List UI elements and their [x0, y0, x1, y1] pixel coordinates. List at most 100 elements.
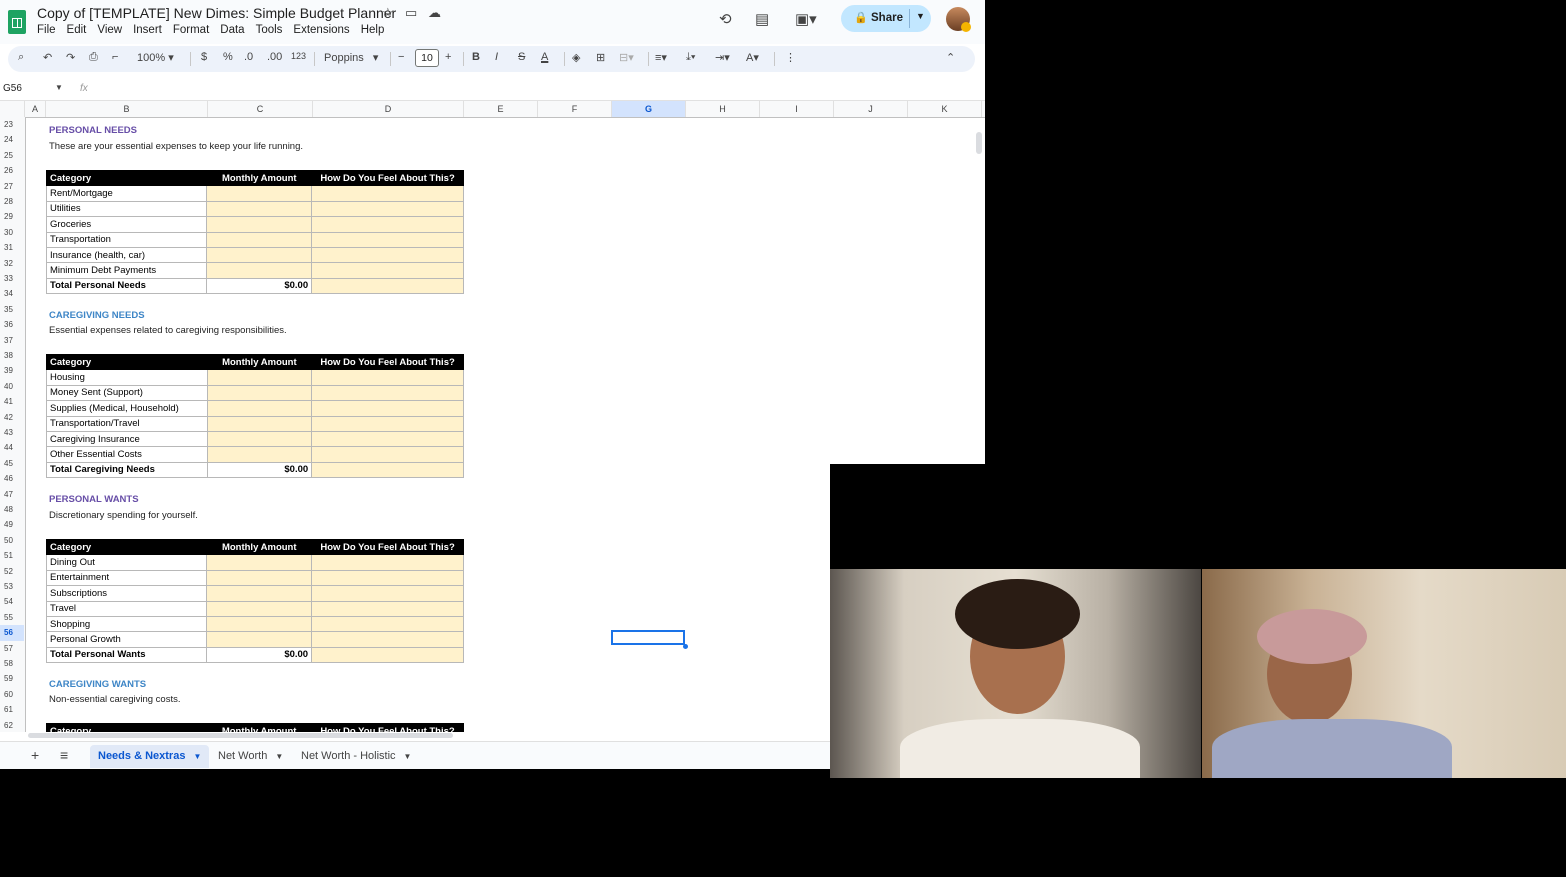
tab-net-worth[interactable]: Net Worth ▼	[210, 745, 291, 768]
chevron-down-icon[interactable]: ▼	[55, 83, 63, 92]
column-header-f[interactable]: F	[538, 101, 612, 117]
category-cell[interactable]: Supplies (Medical, Household)	[46, 400, 208, 417]
document-title[interactable]: Copy of [TEMPLATE] New Dimes: Simple Bud…	[37, 5, 396, 21]
header-feel[interactable]: How Do You Feel About This?	[311, 538, 464, 556]
amount-cell[interactable]	[206, 554, 313, 571]
horizontal-align-icon[interactable]: ≡▾	[655, 51, 667, 64]
horizontal-scrollbar[interactable]	[28, 733, 453, 738]
text-color-icon[interactable]: A	[541, 51, 548, 63]
amount-cell[interactable]	[206, 415, 313, 432]
amount-cell[interactable]	[206, 569, 313, 587]
feel-cell[interactable]	[311, 554, 464, 571]
percent-format-button[interactable]: %	[223, 51, 233, 63]
category-cell[interactable]: Travel	[45, 600, 208, 617]
row-header[interactable]: 37	[0, 333, 24, 348]
total-value[interactable]: $0.00	[206, 277, 313, 295]
row-header[interactable]: 54	[0, 594, 24, 609]
tab-needs-nextras[interactable]: Needs & Nextras ▼	[90, 745, 210, 768]
font-select[interactable]: Poppins ▾	[324, 51, 378, 64]
row-header[interactable]: 31	[0, 240, 24, 255]
header-category[interactable]: Category	[45, 169, 208, 187]
row-header[interactable]: 23	[0, 117, 24, 132]
row-header[interactable]: 49	[0, 517, 24, 532]
fill-color-icon[interactable]: ◈	[572, 51, 580, 64]
amount-cell[interactable]	[206, 585, 313, 602]
row-header[interactable]: 51	[0, 548, 24, 563]
row-header[interactable]: 50	[0, 533, 24, 548]
menu-insert[interactable]: Insert	[133, 24, 162, 36]
row-header[interactable]: 25	[0, 148, 24, 163]
zoom-select[interactable]: 100% ▾	[137, 51, 174, 64]
share-button[interactable]: 🔒 Share ▼	[841, 5, 931, 32]
feel-cell[interactable]	[311, 415, 464, 432]
row-header[interactable]: 59	[0, 671, 24, 686]
feel-cell[interactable]	[311, 646, 464, 664]
header-category[interactable]: Category	[46, 353, 208, 371]
amount-cell[interactable]	[206, 231, 313, 248]
move-folder-icon[interactable]: ▭	[405, 5, 417, 21]
feel-cell[interactable]	[311, 631, 464, 648]
feel-cell[interactable]	[311, 430, 464, 448]
row-header[interactable]: 62	[0, 718, 24, 733]
category-cell[interactable]: Other Essential Costs	[46, 446, 208, 463]
amount-cell[interactable]	[206, 262, 313, 279]
row-header[interactable]: 53	[0, 579, 24, 594]
category-cell[interactable]: Housing	[46, 369, 208, 386]
feel-cell[interactable]	[311, 369, 464, 386]
total-label[interactable]: Total Personal Needs	[45, 277, 208, 295]
total-value[interactable]: $0.00	[206, 461, 313, 479]
row-header[interactable]: 47	[0, 487, 24, 502]
feel-cell[interactable]	[311, 585, 464, 602]
row-header[interactable]: 46	[0, 471, 24, 486]
increase-font-size-icon[interactable]: +	[445, 51, 451, 63]
category-cell[interactable]: Dining Out	[45, 554, 208, 571]
category-cell[interactable]: Subscriptions	[45, 585, 208, 602]
vertical-align-icon[interactable]: ⤓▾	[686, 51, 695, 64]
strikethrough-icon[interactable]: S	[518, 51, 525, 63]
menu-help[interactable]: Help	[361, 24, 385, 36]
row-header[interactable]: 60	[0, 687, 24, 702]
feel-cell[interactable]	[311, 446, 464, 463]
amount-cell[interactable]	[206, 384, 313, 402]
row-header[interactable]: 33	[0, 271, 24, 286]
menu-view[interactable]: View	[97, 24, 122, 36]
tab-net-worth-holistic[interactable]: Net Worth - Holistic ▼	[293, 745, 419, 768]
feel-cell[interactable]	[311, 600, 464, 617]
row-header[interactable]: 29	[0, 209, 24, 224]
row-header[interactable]: 44	[0, 440, 24, 455]
sheets-logo-icon[interactable]	[8, 10, 26, 34]
meet-icon[interactable]: ▣▾	[795, 10, 817, 28]
category-cell[interactable]: Entertainment	[45, 569, 208, 587]
header-category[interactable]: Category	[45, 538, 208, 556]
menu-tools[interactable]: Tools	[256, 24, 283, 36]
row-header[interactable]: 56	[0, 625, 24, 641]
feel-cell[interactable]	[311, 231, 464, 248]
row-header[interactable]: 39	[0, 363, 24, 378]
feel-cell[interactable]	[311, 461, 464, 479]
row-header[interactable]: 43	[0, 425, 24, 440]
amount-cell[interactable]	[206, 631, 313, 648]
category-cell[interactable]: Minimum Debt Payments	[45, 262, 208, 279]
header-feel[interactable]: How Do You Feel About This?	[311, 353, 464, 371]
chevron-down-icon[interactable]: ▼	[275, 752, 283, 761]
row-header[interactable]: 45	[0, 456, 24, 471]
font-size-input[interactable]: 10	[415, 49, 439, 67]
borders-icon[interactable]: ⊞	[596, 51, 605, 64]
more-options-icon[interactable]: ⋮	[785, 51, 796, 64]
feel-cell[interactable]	[311, 384, 464, 402]
redo-icon[interactable]: ↷	[66, 51, 75, 64]
feel-cell[interactable]	[311, 277, 464, 295]
row-header[interactable]: 48	[0, 502, 24, 517]
total-label[interactable]: Total Caregiving Needs	[46, 461, 208, 479]
header-feel[interactable]: How Do You Feel About This?	[311, 723, 464, 732]
category-cell[interactable]: Utilities	[45, 200, 208, 218]
chevron-down-icon[interactable]: ▼	[193, 752, 201, 761]
chevron-down-icon[interactable]: ▼	[916, 11, 925, 21]
merge-cells-icon[interactable]: ⊟▾	[619, 51, 634, 64]
header-amount[interactable]: Monthly Amount	[206, 723, 313, 732]
chevron-down-icon[interactable]: ▼	[404, 752, 412, 761]
column-header-i[interactable]: I	[760, 101, 834, 117]
category-cell[interactable]: Personal Growth	[45, 631, 208, 648]
category-cell[interactable]: Shopping	[45, 615, 208, 633]
row-header[interactable]: 27	[0, 179, 24, 194]
